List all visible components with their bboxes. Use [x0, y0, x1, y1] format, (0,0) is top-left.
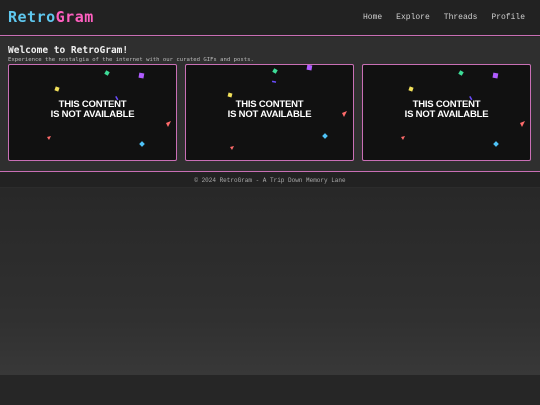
site-header: RetroGram Home Explore Threads Profile: [0, 0, 540, 36]
content-unavailable-message: THIS CONTENT IS NOT AVAILABLE: [186, 100, 353, 120]
nav-explore[interactable]: Explore: [396, 13, 430, 22]
gif-card-1[interactable]: THIS CONTENT IS NOT AVAILABLE: [8, 64, 177, 161]
main-nav: Home Explore Threads Profile: [363, 13, 525, 22]
welcome-title: Welcome to RetroGram!: [8, 45, 129, 56]
nav-profile[interactable]: Profile: [491, 13, 525, 22]
logo-part-retro: Retro: [8, 8, 56, 26]
gif-card-3[interactable]: THIS CONTENT IS NOT AVAILABLE: [362, 64, 531, 161]
empty-page-area: [0, 188, 540, 375]
gif-card-2[interactable]: THIS CONTENT IS NOT AVAILABLE: [185, 64, 354, 161]
main-content: Welcome to RetroGram! Experience the nos…: [0, 37, 540, 171]
welcome-subtitle: Experience the nostalgia of the internet…: [8, 57, 254, 63]
content-unavailable-message: THIS CONTENT IS NOT AVAILABLE: [9, 100, 176, 120]
unavailable-line2: IS NOT AVAILABLE: [227, 109, 312, 120]
nav-home[interactable]: Home: [363, 13, 382, 22]
page-bottom-strip: [0, 375, 540, 405]
site-footer: © 2024 RetroGram - A Trip Down Memory La…: [0, 171, 540, 187]
footer-copyright: © 2024 RetroGram - A Trip Down Memory La…: [194, 177, 346, 184]
unavailable-line2: IS NOT AVAILABLE: [404, 109, 489, 120]
unavailable-line2: IS NOT AVAILABLE: [50, 109, 135, 120]
logo-part-gram: Gram: [55, 8, 94, 26]
site-logo[interactable]: RetroGram: [8, 8, 94, 26]
content-unavailable-message: THIS CONTENT IS NOT AVAILABLE: [363, 100, 530, 120]
nav-threads[interactable]: Threads: [444, 13, 478, 22]
